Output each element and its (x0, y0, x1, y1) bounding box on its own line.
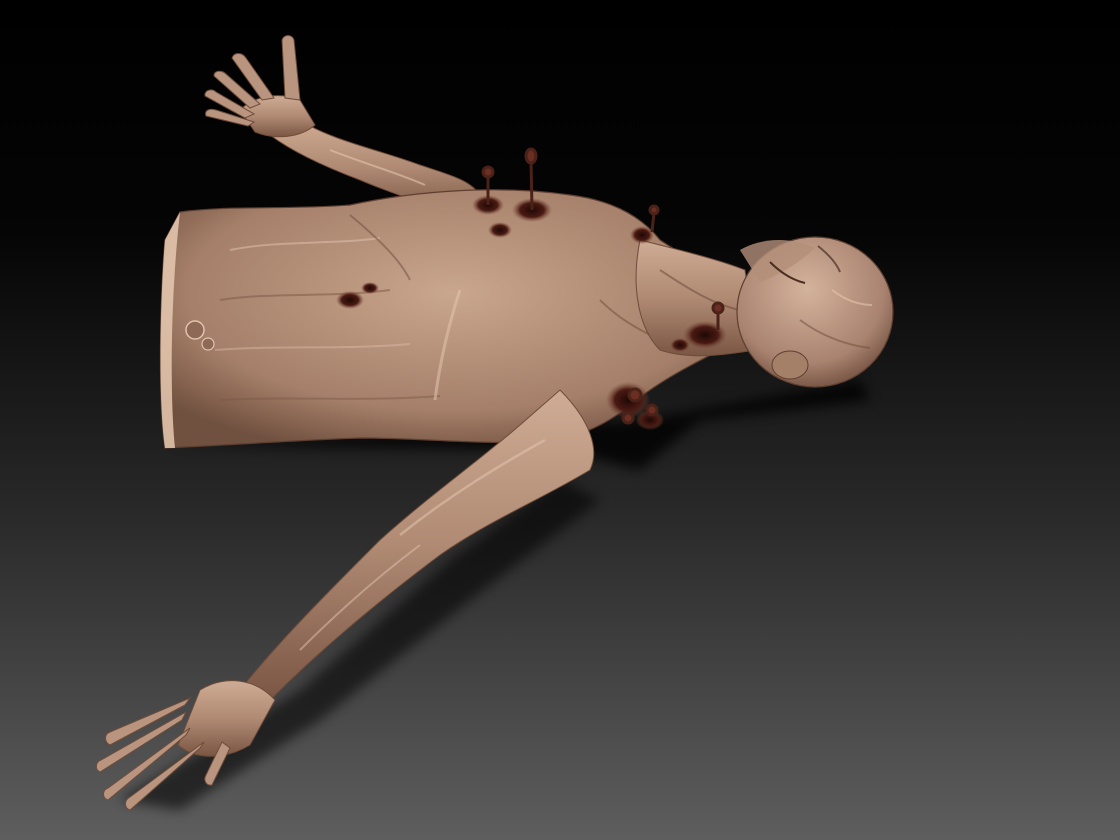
head (736, 236, 894, 388)
viewport (0, 0, 1120, 840)
sculpt-render (95, 35, 894, 811)
ear (771, 350, 809, 380)
upper-hand (204, 35, 316, 138)
